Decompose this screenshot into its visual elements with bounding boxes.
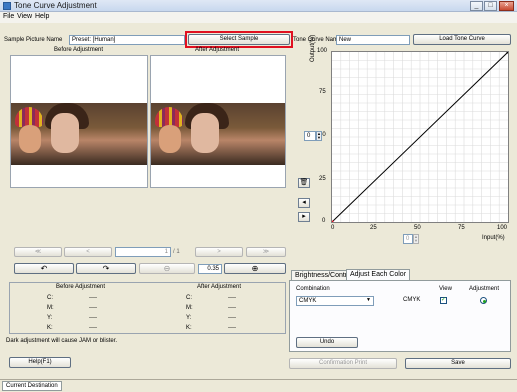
window-title: Tone Curve Adjustment [14, 1, 97, 10]
arrow-left-icon: ◂ [302, 199, 306, 206]
curve-tool-button-2[interactable]: ▸ [298, 212, 310, 222]
y-tick-label: 25 [319, 176, 326, 182]
first-page-button[interactable]: ≪ [14, 247, 62, 257]
combination-select[interactable]: CMYK [296, 296, 374, 306]
delete-point-button[interactable]: 🗑 [298, 178, 310, 188]
rotate-right-icon: ↷ [102, 264, 110, 273]
zoom-field[interactable]: 0.35 [198, 264, 222, 274]
tone-curve-plot[interactable] [331, 51, 509, 223]
adjustment-column-label: Adjustment [469, 286, 500, 292]
tone-curve-svg[interactable] [332, 52, 508, 222]
x-tick-label: 50 [414, 225, 421, 231]
load-tone-curve-button[interactable]: Load Tone Curve [413, 34, 511, 45]
x-tick-label: 25 [370, 225, 377, 231]
chevron-down-icon: ▼ [366, 297, 371, 303]
tone-curve-name-label: Tone Curve Name [293, 37, 342, 43]
density-channel: M: [186, 305, 193, 311]
x-axis-label: Input(%) [482, 235, 505, 241]
density-after-header: After Adjustment [197, 284, 242, 290]
trash-icon: 🗑 [299, 179, 309, 186]
status-bar [0, 379, 517, 392]
adjustment-radio[interactable] [480, 297, 487, 304]
before-adjustment-label: Before Adjustment [54, 47, 104, 53]
zoom-out-icon: ⊖ [163, 264, 171, 273]
help-button[interactable]: Help(F1) [9, 357, 71, 368]
y-tick-label: 0 [322, 218, 326, 224]
page-total: / 1 [173, 249, 180, 255]
density-after-value: ---- [228, 315, 236, 321]
arrow-right-icon: ▸ [302, 213, 306, 220]
zoom-in-icon: ⊕ [251, 264, 259, 273]
density-channel: K: [186, 325, 192, 331]
density-channel: M: [47, 305, 54, 311]
menu-file[interactable]: File [3, 13, 14, 20]
y-axis-label: Output(%) [310, 34, 316, 62]
rotate-right-button[interactable]: ↷ [76, 263, 136, 274]
density-before-value: ---- [89, 325, 97, 331]
tone-curve-name-field[interactable]: New [336, 35, 410, 45]
density-channel: C: [47, 295, 53, 301]
view-column-label: View [439, 286, 452, 292]
density-before-value: ---- [89, 295, 97, 301]
select-sample-button[interactable]: Select Sample [188, 34, 290, 45]
density-after-value: ---- [228, 325, 236, 331]
cmyk-channel-label: CMYK [403, 297, 421, 303]
density-channel: Y: [186, 315, 192, 321]
zoom-in-button[interactable]: ⊕ [224, 263, 286, 274]
jam-warning-text: Dark adjustment will cause JAM or bliste… [6, 338, 118, 344]
prev-page-button[interactable]: < [64, 247, 112, 257]
density-channel: K: [47, 325, 53, 331]
confirmation-print-button[interactable]: Confirmation Print [289, 358, 397, 369]
density-channel: Y: [47, 315, 53, 321]
minimize-icon[interactable]: _ [470, 1, 483, 11]
density-after-value: ---- [228, 295, 236, 301]
app-icon [3, 2, 11, 10]
zoom-out-button[interactable]: ⊖ [139, 263, 195, 274]
density-before-value: ---- [89, 305, 97, 311]
sample-picture-label: Sample Picture Name [4, 37, 63, 43]
x-tick-label: 100 [497, 225, 508, 231]
after-adjustment-label: After Adjustment [195, 47, 240, 53]
curve-control-point [506, 52, 508, 54]
maximize-icon[interactable]: □ [484, 1, 497, 11]
menu-view[interactable]: View [17, 13, 32, 20]
rotate-left-button[interactable]: ↶ [14, 263, 74, 274]
undo-button[interactable]: Undo [296, 337, 358, 348]
input-point-field[interactable]: 0 [403, 234, 413, 244]
y-tick-label: 100 [317, 48, 328, 54]
sample-picture-field[interactable]: Preset: [Human] [69, 35, 185, 45]
curve-tool-button-1[interactable]: ◂ [298, 198, 310, 208]
density-before-value: ---- [89, 315, 97, 321]
density-after-value: ---- [228, 305, 236, 311]
after-preview-image [151, 103, 285, 165]
after-preview-panel [150, 55, 286, 188]
density-before-header: Before Adjustment [56, 284, 106, 290]
output-point-field[interactable]: 0 [304, 131, 316, 141]
menu-help[interactable]: Help [35, 13, 49, 20]
x-tick-label: 75 [458, 225, 465, 231]
current-destination-tab[interactable]: Current Destination [2, 381, 62, 391]
curve-control-point [332, 220, 334, 222]
density-channel: C: [186, 295, 192, 301]
menu-bar [0, 12, 517, 23]
combination-label: Combination [296, 286, 330, 292]
output-point-spinner[interactable]: ▲ ▼ [316, 131, 322, 141]
x-tick-label: 0 [331, 225, 335, 231]
next-page-button[interactable]: > [195, 247, 243, 257]
tab-adjust-each-color[interactable]: Adjust Each Color [346, 269, 411, 280]
save-button[interactable]: Save [405, 358, 511, 369]
input-point-spinner[interactable]: ▲ ▼ [413, 234, 419, 244]
y-tick-label: 75 [319, 89, 326, 95]
before-preview-image [11, 103, 147, 165]
last-page-button[interactable]: ≫ [246, 247, 286, 257]
view-checkbox[interactable]: ✓ [440, 297, 447, 304]
before-preview-panel [10, 55, 148, 188]
page-field[interactable]: 1 [115, 247, 171, 257]
rotate-left-icon: ↶ [40, 264, 48, 273]
close-icon[interactable]: × [499, 1, 514, 11]
